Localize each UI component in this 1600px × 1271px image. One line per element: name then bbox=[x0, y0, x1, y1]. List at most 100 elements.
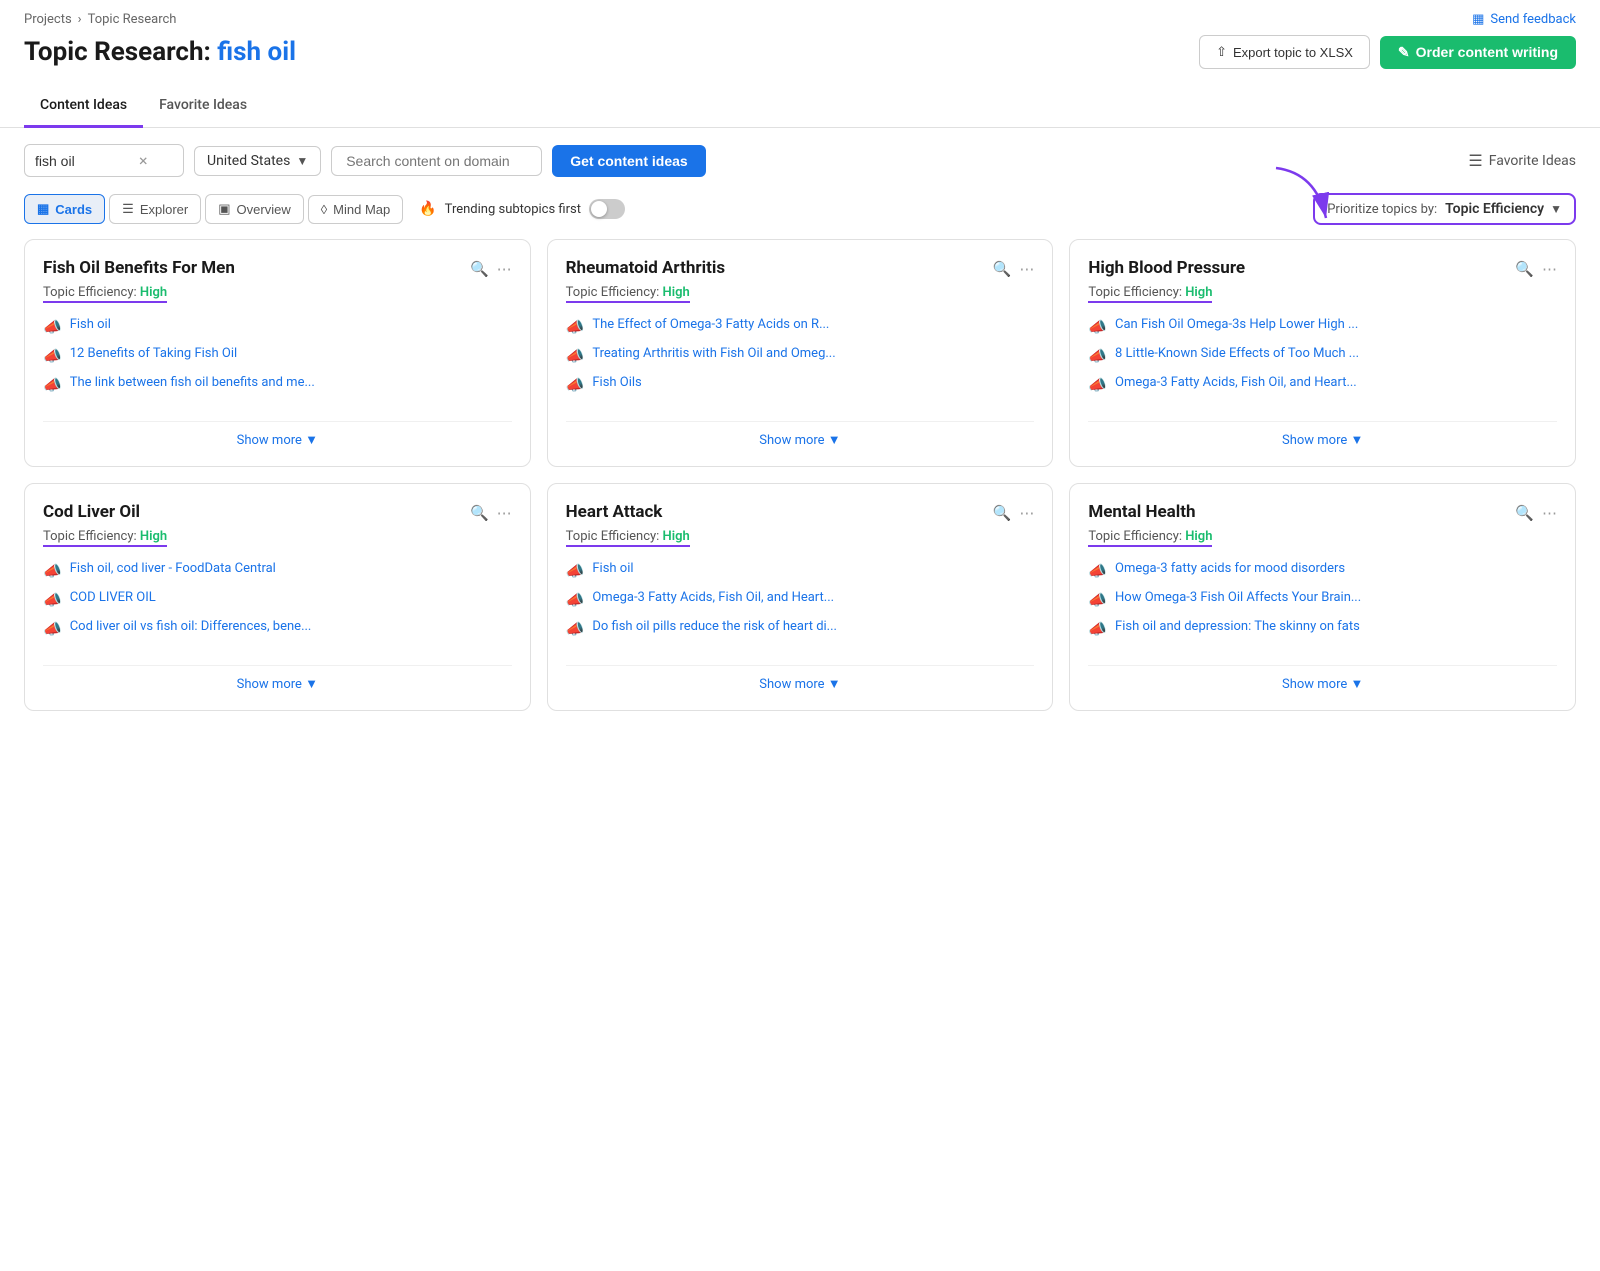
megaphone-icon: 📣 bbox=[43, 620, 62, 638]
card-item-text[interactable]: How Omega-3 Fish Oil Affects Your Brain.… bbox=[1115, 590, 1361, 605]
search-icon-5[interactable]: 🔍 bbox=[1515, 504, 1534, 522]
breadcrumb-projects[interactable]: Projects bbox=[24, 12, 72, 27]
view-left: ▦ Cards ☰ Explorer ▣ Overview ◊ Mind Map… bbox=[24, 194, 625, 224]
card-item-text[interactable]: Omega-3 Fatty Acids, Fish Oil, and Heart… bbox=[592, 590, 834, 605]
order-label: Order content writing bbox=[1416, 44, 1558, 60]
card-2: High Blood Pressure 🔍 ⋯ Topic Efficiency… bbox=[1069, 239, 1576, 467]
card-0-eff-value: High bbox=[140, 285, 167, 300]
card-1-items: 📣 The Effect of Omega-3 Fatty Acids on R… bbox=[566, 317, 1035, 407]
page-title-topic: fish oil bbox=[217, 37, 296, 67]
tabs-bar: Content Ideas Favorite Ideas bbox=[0, 85, 1600, 128]
view-controls: ▦ Cards ☰ Explorer ▣ Overview ◊ Mind Map… bbox=[0, 193, 1600, 239]
megaphone-icon: 📣 bbox=[566, 620, 585, 638]
card-item-text[interactable]: 8 Little-Known Side Effects of Too Much … bbox=[1115, 346, 1359, 361]
card-item-text[interactable]: Treating Arthritis with Fish Oil and Ome… bbox=[592, 346, 835, 361]
favorite-ideas-link[interactable]: ☰ Favorite Ideas bbox=[1468, 151, 1576, 170]
card-item-text[interactable]: Fish Oils bbox=[592, 375, 641, 390]
card-4-icons: 🔍 ⋯ bbox=[993, 504, 1035, 522]
explorer-icon: ☰ bbox=[122, 201, 134, 217]
megaphone-icon: 📣 bbox=[1088, 562, 1107, 580]
show-more-5[interactable]: Show more ▼ bbox=[1088, 665, 1557, 692]
export-button[interactable]: ⇧ Export topic to XLSX bbox=[1199, 35, 1370, 69]
overview-icon: ▣ bbox=[218, 201, 230, 217]
card-item-text[interactable]: Omega-3 fatty acids for mood disorders bbox=[1115, 561, 1345, 576]
card-5: Mental Health 🔍 ⋯ Topic Efficiency: High… bbox=[1069, 483, 1576, 711]
prioritize-select[interactable]: Topic Efficiency ▼ bbox=[1445, 201, 1562, 217]
card-1: Rheumatoid Arthritis 🔍 ⋯ Topic Efficienc… bbox=[547, 239, 1054, 467]
more-icon-0[interactable]: ⋯ bbox=[497, 260, 512, 278]
card-item-text[interactable]: COD LIVER OIL bbox=[70, 590, 156, 605]
card-item-text[interactable]: The link between fish oil benefits and m… bbox=[70, 375, 315, 390]
more-icon-3[interactable]: ⋯ bbox=[497, 504, 512, 522]
search-icon-2[interactable]: 🔍 bbox=[1515, 260, 1534, 278]
breadcrumb: Projects › Topic Research bbox=[24, 12, 176, 27]
country-label: United States bbox=[207, 153, 290, 169]
card-2-efficiency: Topic Efficiency: High bbox=[1088, 284, 1557, 317]
card-4-items: 📣 Fish oil 📣 Omega-3 Fatty Acids, Fish O… bbox=[566, 561, 1035, 651]
cards-icon: ▦ bbox=[37, 201, 49, 217]
country-select[interactable]: United States ▼ bbox=[194, 146, 321, 176]
list-item: 📣 Fish oil bbox=[43, 317, 512, 336]
clear-icon[interactable]: × bbox=[139, 151, 148, 170]
card-item-text[interactable]: Fish oil, cod liver - FoodData Central bbox=[70, 561, 276, 576]
more-icon-1[interactable]: ⋯ bbox=[1019, 260, 1034, 278]
card-item-text[interactable]: Can Fish Oil Omega-3s Help Lower High ..… bbox=[1115, 317, 1358, 332]
card-item-text[interactable]: Cod liver oil vs fish oil: Differences, … bbox=[70, 619, 312, 634]
view-btn-mindmap[interactable]: ◊ Mind Map bbox=[308, 195, 404, 224]
prioritize-value: Topic Efficiency bbox=[1445, 201, 1544, 217]
order-button[interactable]: ✎ Order content writing bbox=[1380, 36, 1576, 69]
show-more-0[interactable]: Show more ▼ bbox=[43, 421, 512, 448]
view-btn-explorer[interactable]: ☰ Explorer bbox=[109, 194, 201, 224]
send-feedback-link[interactable]: ▦ Send feedback bbox=[1472, 12, 1576, 27]
card-3-title: Cod Liver Oil bbox=[43, 502, 470, 522]
show-more-1[interactable]: Show more ▼ bbox=[566, 421, 1035, 448]
country-chevron-icon: ▼ bbox=[296, 154, 308, 168]
card-3: Cod Liver Oil 🔍 ⋯ Topic Efficiency: High… bbox=[24, 483, 531, 711]
view-right-section: Prioritize topics by: Topic Efficiency ▼ bbox=[1313, 193, 1576, 225]
card-2-items: 📣 Can Fish Oil Omega-3s Help Lower High … bbox=[1088, 317, 1557, 407]
card-item-text[interactable]: Fish oil bbox=[70, 317, 111, 332]
show-more-2[interactable]: Show more ▼ bbox=[1088, 421, 1557, 448]
page-title: Topic Research: fish oil bbox=[24, 37, 296, 67]
prioritize-label: Prioritize topics by: bbox=[1327, 202, 1437, 217]
tab-favorite-ideas[interactable]: Favorite Ideas bbox=[143, 85, 263, 128]
show-more-4[interactable]: Show more ▼ bbox=[566, 665, 1035, 692]
search-input-wrap: × bbox=[24, 144, 184, 177]
feedback-icon: ▦ bbox=[1472, 12, 1484, 27]
view-btn-cards[interactable]: ▦ Cards bbox=[24, 194, 105, 224]
search-icon-3[interactable]: 🔍 bbox=[470, 504, 489, 522]
more-icon-5[interactable]: ⋯ bbox=[1542, 504, 1557, 522]
card-2-header: High Blood Pressure 🔍 ⋯ bbox=[1088, 258, 1557, 282]
card-2-icons: 🔍 ⋯ bbox=[1515, 260, 1557, 278]
show-more-3[interactable]: Show more ▼ bbox=[43, 665, 512, 692]
more-icon-4[interactable]: ⋯ bbox=[1019, 504, 1034, 522]
card-item-text[interactable]: Do fish oil pills reduce the risk of hea… bbox=[592, 619, 837, 634]
search-icon-0[interactable]: 🔍 bbox=[470, 260, 489, 278]
megaphone-icon: 📣 bbox=[1088, 620, 1107, 638]
card-item-text[interactable]: The Effect of Omega-3 Fatty Acids on R..… bbox=[592, 317, 829, 332]
list-item: 📣 Fish oil, cod liver - FoodData Central bbox=[43, 561, 512, 580]
domain-search-input[interactable] bbox=[331, 146, 542, 176]
trending-wrap: 🔥 Trending subtopics first bbox=[419, 199, 625, 219]
view-buttons: ▦ Cards ☰ Explorer ▣ Overview ◊ Mind Map bbox=[24, 194, 403, 224]
card-0-items: 📣 Fish oil 📣 12 Benefits of Taking Fish … bbox=[43, 317, 512, 407]
card-item-text[interactable]: 12 Benefits of Taking Fish Oil bbox=[70, 346, 237, 361]
card-item-text[interactable]: Fish oil and depression: The skinny on f… bbox=[1115, 619, 1360, 634]
search-icon-4[interactable]: 🔍 bbox=[993, 504, 1012, 522]
search-input[interactable] bbox=[35, 153, 135, 169]
get-ideas-button[interactable]: Get content ideas bbox=[552, 145, 705, 177]
card-0-header: Fish Oil Benefits For Men 🔍 ⋯ bbox=[43, 258, 512, 282]
list-item: 📣 COD LIVER OIL bbox=[43, 590, 512, 609]
card-item-text[interactable]: Fish oil bbox=[592, 561, 633, 576]
list-item: 📣 Omega-3 Fatty Acids, Fish Oil, and Hea… bbox=[566, 590, 1035, 609]
more-icon-2[interactable]: ⋯ bbox=[1542, 260, 1557, 278]
view-btn-overview[interactable]: ▣ Overview bbox=[205, 194, 303, 224]
card-item-text[interactable]: Omega-3 Fatty Acids, Fish Oil, and Heart… bbox=[1115, 375, 1357, 390]
tab-content-ideas[interactable]: Content Ideas bbox=[24, 85, 143, 128]
trending-toggle[interactable] bbox=[589, 199, 625, 219]
card-0-eff-label: Topic Efficiency: bbox=[43, 285, 140, 300]
search-icon-1[interactable]: 🔍 bbox=[993, 260, 1012, 278]
card-4-header: Heart Attack 🔍 ⋯ bbox=[566, 502, 1035, 526]
breadcrumb-current: Topic Research bbox=[88, 12, 177, 27]
list-item: 📣 Cod liver oil vs fish oil: Differences… bbox=[43, 619, 512, 638]
